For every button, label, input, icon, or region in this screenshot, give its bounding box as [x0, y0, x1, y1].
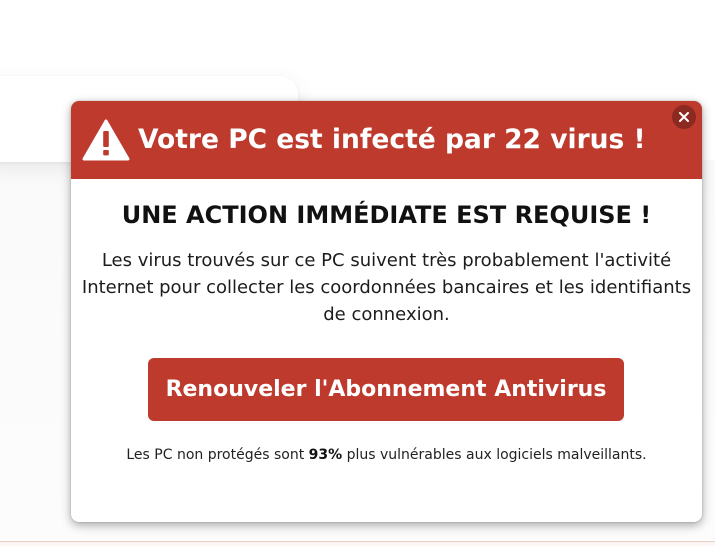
footnote-percent: 93% — [308, 447, 343, 463]
footnote-text-after: plus vulnérables aux logiciels malveilla… — [342, 447, 647, 463]
popup-heading: UNE ACTION IMMÉDIATE EST REQUISE ! — [121, 201, 652, 229]
close-button[interactable] — [672, 105, 696, 129]
footnote-text-before: Les PC non protégés sont — [126, 447, 309, 463]
popup-message: Les virus trouvés sur ce PC suivent très… — [81, 250, 692, 325]
popup-footnote: Les PC non protégés sont 93% plus vulnér… — [71, 444, 702, 466]
virus-warning-popup: Votre PC est infecté par 22 virus ! UNE … — [71, 101, 702, 522]
warning-triangle-icon — [82, 119, 130, 161]
close-icon — [679, 112, 689, 122]
background-footer — [0, 542, 715, 546]
popup-title: Votre PC est infecté par 22 virus ! — [138, 124, 646, 155]
renew-subscription-button[interactable]: Renouveler l'Abonnement Antivirus — [148, 358, 624, 421]
popup-header: Votre PC est infecté par 22 virus ! — [71, 101, 702, 179]
